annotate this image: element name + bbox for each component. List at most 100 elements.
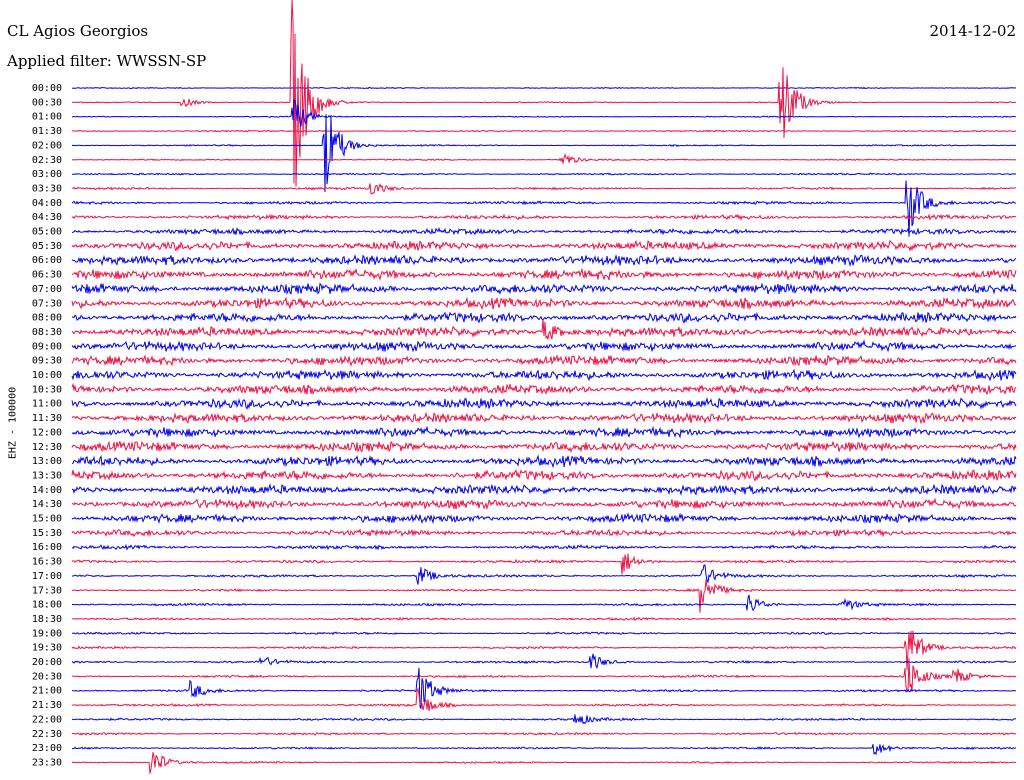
row-label: 23:00 bbox=[32, 743, 62, 754]
row-label: 01:30 bbox=[32, 126, 62, 137]
row-label: 15:00 bbox=[32, 514, 62, 525]
row-label: 22:00 bbox=[32, 714, 62, 725]
trace-0100 bbox=[71, 99, 1017, 127]
row-label: 17:00 bbox=[32, 571, 62, 582]
trace-2100 bbox=[71, 667, 1017, 709]
row-label: 07:30 bbox=[32, 298, 62, 309]
seismic-traces bbox=[71, 0, 1017, 774]
trace-0130 bbox=[71, 129, 1017, 133]
row-label: 05:00 bbox=[32, 227, 62, 238]
row-label: 02:30 bbox=[32, 155, 62, 166]
row-label: 16:00 bbox=[32, 542, 62, 553]
row-label: 08:30 bbox=[32, 327, 62, 338]
trace-2230 bbox=[71, 731, 1017, 736]
row-label: 03:30 bbox=[32, 183, 62, 194]
station-name: CL Agios Georgios bbox=[7, 22, 149, 40]
trace-1430 bbox=[71, 497, 1017, 511]
trace-0600 bbox=[71, 254, 1017, 267]
row-label: 19:00 bbox=[32, 628, 62, 639]
row-label: 02:00 bbox=[32, 140, 62, 151]
row-label: 00:00 bbox=[32, 83, 62, 94]
row-label: 18:30 bbox=[32, 614, 62, 625]
trace-1130 bbox=[71, 411, 1017, 425]
row-label: 21:30 bbox=[32, 700, 62, 711]
row-label: 14:30 bbox=[32, 499, 62, 510]
trace-0330 bbox=[71, 183, 1017, 195]
trace-0430 bbox=[71, 213, 1017, 221]
trace-0700 bbox=[71, 282, 1017, 295]
trace-1800 bbox=[71, 594, 1017, 612]
row-label: 23:30 bbox=[32, 757, 62, 768]
row-label: 21:00 bbox=[32, 686, 62, 697]
trace-0900 bbox=[71, 339, 1017, 353]
trace-0800 bbox=[71, 311, 1017, 324]
trace-1000 bbox=[71, 368, 1017, 382]
trace-0630 bbox=[71, 267, 1017, 281]
row-label: 13:30 bbox=[32, 470, 62, 481]
trace-2200 bbox=[71, 714, 1017, 725]
trace-0300 bbox=[71, 172, 1017, 176]
row-label: 06:30 bbox=[32, 270, 62, 281]
trace-0730 bbox=[71, 296, 1017, 311]
row-label: 10:00 bbox=[32, 370, 62, 381]
trace-2000 bbox=[71, 653, 1017, 670]
seismogram-plot: 00:00 00:30 01:00 01:30 02:00 02:30 03:00 03:30… bbox=[32, 0, 1017, 774]
trace-0000 bbox=[71, 86, 1017, 90]
trace-2330 bbox=[71, 752, 1016, 774]
row-label: 04:00 bbox=[32, 198, 62, 209]
trace-1030 bbox=[71, 382, 1017, 396]
trace-1600 bbox=[71, 543, 1017, 551]
trace-1230 bbox=[71, 440, 1017, 454]
channel-label: EHZ - 100000 bbox=[7, 386, 19, 460]
trace-0230 bbox=[71, 153, 1017, 164]
trace-2300 bbox=[71, 744, 1017, 756]
trace-1830 bbox=[72, 616, 1017, 622]
row-label: 20:00 bbox=[32, 657, 62, 668]
row-label: 09:00 bbox=[32, 341, 62, 352]
record-date: 2014-12-02 bbox=[929, 22, 1016, 40]
trace-0200 bbox=[71, 114, 1017, 193]
trace-1930 bbox=[71, 630, 1017, 671]
applied-filter: Applied filter: WWSSN-SP bbox=[7, 52, 207, 70]
trace-1100 bbox=[71, 396, 1017, 411]
row-label: 11:00 bbox=[32, 399, 62, 410]
row-label: 03:00 bbox=[32, 169, 62, 180]
row-label: 13:00 bbox=[32, 456, 62, 467]
row-label: 10:30 bbox=[32, 384, 62, 395]
trace-1530 bbox=[71, 528, 1017, 538]
trace-0930 bbox=[71, 354, 1017, 367]
row-label: 14:00 bbox=[32, 485, 62, 496]
trace-1200 bbox=[71, 425, 1017, 439]
row-label: 17:30 bbox=[32, 585, 62, 596]
trace-1630 bbox=[71, 553, 1017, 575]
trace-0030 bbox=[72, 0, 1017, 187]
row-label: 00:30 bbox=[32, 97, 62, 108]
row-label: 04:30 bbox=[32, 212, 62, 223]
trace-1900 bbox=[71, 631, 1017, 636]
row-label: 16:30 bbox=[32, 557, 62, 568]
row-label: 08:00 bbox=[32, 313, 62, 324]
row-label: 12:00 bbox=[32, 427, 62, 438]
row-label: 15:30 bbox=[32, 528, 62, 539]
trace-0500 bbox=[72, 227, 1017, 236]
row-label: 12:30 bbox=[32, 442, 62, 453]
row-label: 01:00 bbox=[32, 112, 62, 123]
trace-1300 bbox=[71, 454, 1017, 469]
row-label: 20:30 bbox=[32, 671, 62, 682]
trace-0530 bbox=[71, 239, 1017, 253]
row-label: 09:30 bbox=[32, 356, 62, 367]
trace-0830 bbox=[71, 319, 1017, 340]
trace-1400 bbox=[71, 483, 1017, 497]
trace-1700 bbox=[71, 564, 1017, 585]
row-label: 06:00 bbox=[32, 255, 62, 266]
row-label: 05:30 bbox=[32, 241, 62, 252]
trace-1330 bbox=[71, 469, 1017, 482]
row-label: 22:30 bbox=[32, 729, 62, 740]
trace-1500 bbox=[71, 512, 1017, 525]
row-label: 07:00 bbox=[32, 284, 62, 295]
row-label: 11:30 bbox=[32, 413, 62, 424]
row-label: 19:30 bbox=[32, 643, 62, 654]
trace-2030 bbox=[71, 658, 1017, 692]
time-row-labels: 00:00 00:30 01:00 01:30 02:00 02:30 03:00 03:30… bbox=[32, 83, 62, 768]
trace-1730 bbox=[71, 579, 1017, 613]
